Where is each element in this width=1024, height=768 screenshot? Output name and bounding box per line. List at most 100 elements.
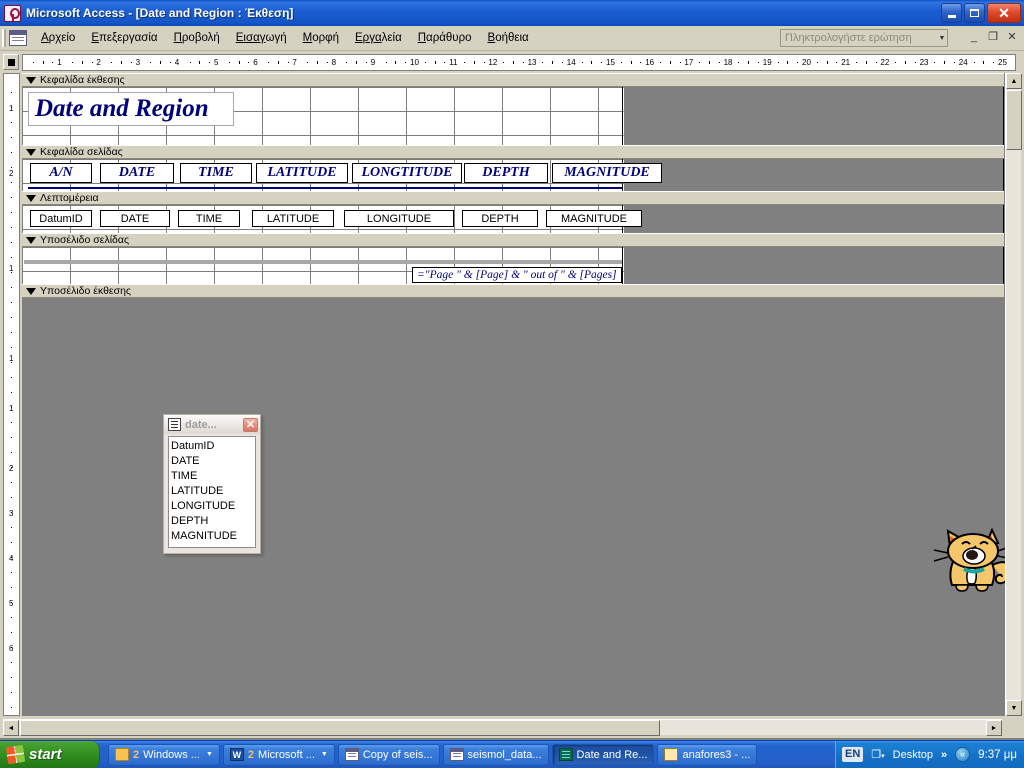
scroll-right-button[interactable]: ►: [986, 720, 1002, 736]
horizontal-scrollbar[interactable]: ◄ ►: [3, 719, 1002, 736]
collapse-icon: [26, 236, 36, 244]
section-report-header-bar[interactable]: Κεφαλίδα έκθεσης: [22, 73, 1004, 87]
field-list-item-depth[interactable]: DEPTH: [171, 514, 255, 529]
horizontal-scroll-thumb[interactable]: [20, 720, 660, 736]
table-icon: [168, 418, 181, 431]
desktop-toolbar-label[interactable]: Desktop: [893, 749, 933, 761]
ruler-tick-label: 17: [684, 58, 694, 67]
taskbar-button-windows[interactable]: 2 Windows ... ▼: [108, 743, 220, 766]
ask-a-question-box[interactable]: Πληκτρολογήστε ερώτηση ▼: [780, 29, 948, 47]
ruler-tick: [189, 62, 191, 63]
page-header-label-depth[interactable]: DEPTH: [464, 163, 548, 183]
band-page-header[interactable]: A/N DATE TIME LATITUDE LONGTITUDE DEPTH MAGNIT…: [22, 159, 1004, 191]
page-header-label-a-n[interactable]: A/N: [30, 163, 92, 183]
close-button[interactable]: ✕: [987, 3, 1021, 23]
band-detail[interactable]: DatumID DATE TIME LATITUDE LONGITUDE DEPTH MAG…: [22, 205, 1004, 233]
detail-textbox-date[interactable]: DATE: [100, 210, 170, 227]
section-report-footer-bar[interactable]: Υποσέλιδο έκθεσης: [22, 284, 1004, 298]
page-header-label-date[interactable]: DATE: [100, 163, 174, 183]
chevron-expand-icon[interactable]: »: [941, 749, 947, 761]
select-all-corner[interactable]: [3, 54, 19, 70]
field-list-item-datumid[interactable]: DatumID: [171, 439, 255, 454]
design-canvas[interactable]: Κεφαλίδα έκθεσης Date and Region Κεφαλίδ…: [22, 73, 1016, 716]
ruler-tick-label: 16: [645, 58, 655, 67]
system-tray: EN ❐▾ Desktop » « 9:37 μμ: [835, 740, 1024, 768]
scroll-down-button[interactable]: ▼: [1006, 700, 1022, 716]
collapse-icon: [26, 148, 36, 156]
detail-textbox-longitude[interactable]: LONGITUDE: [344, 210, 454, 227]
horizontal-ruler[interactable]: 1 2 3 4 5 6 7 8 9 10 11 12 13 14 15 16 17 18 19 20 21 22 23 24 2…: [22, 54, 1016, 71]
mdi-close-button[interactable]: ✕: [1006, 30, 1018, 43]
tray-status-icon[interactable]: «: [955, 747, 971, 762]
ruler-tick: [11, 317, 12, 318]
page-header-label-time[interactable]: TIME: [180, 163, 252, 183]
mdi-minimize-button[interactable]: _: [968, 31, 980, 43]
ruler-tick: [601, 62, 603, 63]
menu-tools[interactable]: Εργαλεία: [347, 29, 410, 47]
page-header-label-longtitude[interactable]: LONGTITUDE: [352, 163, 462, 183]
field-list-item-date[interactable]: DATE: [171, 454, 255, 469]
start-button[interactable]: start: [0, 740, 100, 768]
taskbar-button-microsoft[interactable]: W 2 Microsoft ... ▼: [222, 743, 335, 766]
menu-file[interactable]: Αρχείο: [33, 29, 83, 47]
vertical-ruler[interactable]: 1 2 1 1 1 2 3 4 5 6: [3, 73, 20, 716]
mdi-restore-button[interactable]: ❐: [987, 30, 999, 43]
ruler-tick: [513, 61, 514, 64]
chevron-down-icon[interactable]: ▼: [321, 751, 328, 758]
page-header-label-latitude[interactable]: LATITUDE: [256, 163, 348, 183]
document-icon[interactable]: [9, 30, 27, 46]
menu-insert[interactable]: Εισαγωγή: [228, 29, 295, 47]
chevron-down-icon[interactable]: ▼: [206, 751, 213, 758]
band-report-header[interactable]: Date and Region: [22, 87, 1004, 145]
window-title: Microsoft Access - [Date and Region : Έκ…: [26, 6, 294, 20]
ruler-tick: [591, 61, 593, 64]
section-page-header-bar[interactable]: Κεφαλίδα σελίδας: [22, 145, 1004, 159]
section-page-footer-bar[interactable]: Υποσέλιδο σελίδας: [22, 233, 1004, 247]
mdi-window-controls: _ ❐ ✕: [968, 30, 1018, 44]
clock[interactable]: 9:37 μμ: [978, 749, 1017, 761]
section-detail-bar[interactable]: Λεπτομέρεια: [22, 191, 1004, 205]
page-number-expression-control[interactable]: ="Page " & [Page] & " out of " & [Pages]: [412, 267, 622, 283]
chevron-down-icon[interactable]: ▼: [933, 30, 947, 46]
menu-window[interactable]: Παράθυρο: [410, 29, 480, 47]
field-list-titlebar[interactable]: date... ✕: [164, 415, 260, 434]
menu-view[interactable]: Προβολή: [166, 29, 228, 47]
menu-edit[interactable]: Επεξεργασία: [83, 29, 165, 47]
vertical-scroll-thumb[interactable]: [1006, 90, 1022, 150]
field-list-items[interactable]: DatumID DATE TIME LATITUDE LONGITUDE DEPTH MAG…: [168, 436, 256, 548]
maximize-button[interactable]: [964, 3, 985, 23]
menu-drag-handle[interactable]: [2, 29, 6, 47]
page-header-label-magnitude[interactable]: MAGNITUDE: [552, 163, 662, 183]
taskbar-button-date-and-re[interactable]: Date and Re...: [551, 743, 655, 766]
vertical-scrollbar[interactable]: ▲ ▼: [1005, 73, 1022, 716]
field-list-item-latitude[interactable]: LATITUDE: [171, 484, 255, 499]
detail-textbox-latitude[interactable]: LATITUDE: [252, 210, 334, 227]
field-list-item-longitude[interactable]: LONGITUDE: [171, 499, 255, 514]
taskbar-button-label: seismol_data...: [467, 748, 542, 761]
taskbar-button-seismol-data[interactable]: seismol_data...: [442, 743, 549, 766]
band-page-footer[interactable]: ="Page " & [Page] & " out of " & [Pages]: [22, 247, 1004, 284]
minimize-button[interactable]: [941, 3, 962, 23]
language-bar-handle[interactable]: ❐▾: [871, 748, 884, 761]
field-list-close-button[interactable]: ✕: [243, 417, 258, 432]
scroll-left-button[interactable]: ◄: [3, 720, 19, 736]
taskbar-button-anafores3[interactable]: anafores3 - ...: [657, 743, 758, 766]
menu-help[interactable]: Βοήθεια: [480, 29, 537, 47]
detail-textbox-time[interactable]: TIME: [178, 210, 240, 227]
detail-textbox-magnitude[interactable]: MAGNITUDE: [546, 210, 642, 227]
field-list-window[interactable]: date... ✕ DatumID DATE TIME LATITUDE LONGITU…: [163, 414, 261, 554]
menu-format[interactable]: Μορφή: [295, 29, 347, 47]
ruler-tick: [797, 62, 799, 63]
field-list-item-time[interactable]: TIME: [171, 469, 255, 484]
report-title-control[interactable]: Date and Region: [28, 92, 234, 126]
detail-textbox-datumid[interactable]: DatumID: [30, 210, 92, 227]
ruler-tick: [81, 61, 83, 64]
taskbar-button-copy-of-seis[interactable]: Copy of seis...: [337, 743, 440, 766]
office-assistant-cat[interactable]: [928, 525, 1016, 597]
scroll-up-button[interactable]: ▲: [1006, 73, 1022, 89]
detail-textbox-depth[interactable]: DEPTH: [462, 210, 538, 227]
language-indicator[interactable]: EN: [842, 747, 864, 762]
ruler-tick-label: 2: [9, 464, 14, 473]
field-list-item-magnitude[interactable]: MAGNITUDE: [171, 529, 255, 544]
ruler-tick: [11, 212, 12, 213]
